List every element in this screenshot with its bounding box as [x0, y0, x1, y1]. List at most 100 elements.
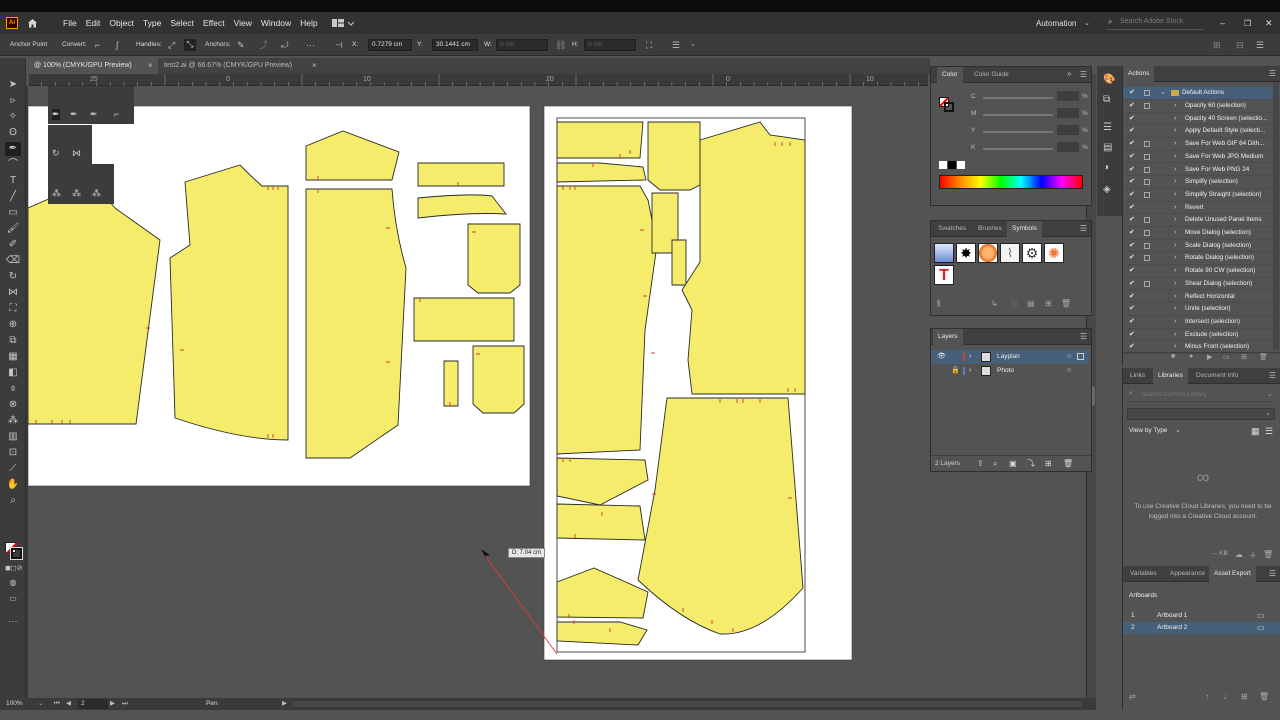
- last-artboard-icon[interactable]: ⏭: [122, 698, 128, 710]
- artboard-name[interactable]: Artboard 2: [1157, 622, 1187, 634]
- grid-view-icon[interactable]: ▦: [1251, 426, 1260, 437]
- rectangle-tool-icon[interactable]: ▭: [5, 206, 21, 220]
- view-by-type-dropdown[interactable]: View by Type: [1129, 427, 1167, 434]
- collapse-icon[interactable]: »: [1067, 69, 1071, 78]
- rotate-tool-icon[interactable]: ↻: [5, 270, 21, 284]
- workspace-switcher[interactable]: Automation: [1036, 19, 1076, 28]
- column-graph-tool-icon[interactable]: ▥: [5, 430, 21, 444]
- x-field[interactable]: 0.7279 cm: [368, 39, 412, 51]
- next-artboard-icon[interactable]: ▶: [110, 698, 115, 710]
- expand-chevron-icon[interactable]: ›: [1174, 252, 1176, 265]
- y-field[interactable]: 30.1441 cm: [432, 39, 478, 51]
- list-view-icon[interactable]: ☰: [1265, 426, 1273, 437]
- rearrange-icon[interactable]: ⇄: [1129, 692, 1136, 701]
- check-icon[interactable]: ✔: [1129, 100, 1135, 113]
- library-search[interactable]: ⌕ Search Current Library ⌄: [1127, 390, 1273, 402]
- arrange-documents-icon[interactable]: [331, 18, 354, 28]
- dialog-toggle[interactable]: [1144, 230, 1150, 236]
- expand-chevron-icon[interactable]: ›: [1174, 291, 1176, 304]
- expand-chevron-icon[interactable]: ›: [1174, 214, 1176, 227]
- artboard-row[interactable]: 1 Artboard 1 ▭: [1123, 610, 1280, 622]
- tab-variables[interactable]: Variables: [1125, 566, 1162, 582]
- tab-color-guide[interactable]: Color Guide: [969, 67, 1014, 83]
- tab-document-1[interactable]: @ 100% (CMYK/GPU Preview): [28, 58, 158, 74]
- dialog-toggle[interactable]: [1144, 242, 1150, 249]
- w-field[interactable]: 0 cm: [496, 39, 548, 51]
- artboard-tool-icon[interactable]: ⊡: [5, 446, 21, 460]
- zoom-tool-icon[interactable]: ⌕: [5, 494, 21, 508]
- tab-document-2[interactable]: test2.ai @ 66.67% (CMYK/GPU Preview): [158, 58, 318, 74]
- delete-icon[interactable]: 🗑: [1263, 550, 1273, 559]
- expand-chevron-icon[interactable]: ›: [1174, 151, 1176, 164]
- menu-object[interactable]: Object: [109, 18, 134, 28]
- check-icon[interactable]: ✔: [1129, 316, 1135, 329]
- first-artboard-icon[interactable]: ⏮: [54, 698, 60, 710]
- check-icon[interactable]: ✔: [1129, 214, 1135, 227]
- transparency-panel-icon[interactable]: ◑: [1103, 162, 1109, 173]
- action-row[interactable]: ✔ › Shear Dialog (selection): [1123, 278, 1280, 291]
- restore-button[interactable]: ❐: [1244, 19, 1251, 28]
- check-icon[interactable]: ✔: [1129, 189, 1135, 202]
- expand-chevron-icon[interactable]: ›: [1174, 113, 1176, 126]
- delete-layer-icon[interactable]: 🗑: [1063, 456, 1073, 472]
- y-field[interactable]: [1057, 125, 1079, 135]
- remove-anchor-icon[interactable]: ✎: [237, 40, 245, 50]
- move-down-icon[interactable]: ↓: [1223, 692, 1227, 701]
- expand-chevron-icon[interactable]: ›: [1174, 329, 1176, 342]
- dialog-toggle[interactable]: [1144, 191, 1150, 198]
- convert-corner-icon[interactable]: ⌐: [95, 40, 100, 50]
- visibility-eye-icon[interactable]: 👁: [937, 350, 946, 364]
- tab-swatches[interactable]: Swatches: [933, 221, 971, 237]
- action-row[interactable]: ✔ › Scale Dialog (selection): [1123, 240, 1280, 253]
- gradient-tool-icon[interactable]: ◧: [5, 366, 21, 380]
- check-icon[interactable]: ✔: [1129, 151, 1135, 164]
- check-icon[interactable]: ✔: [1129, 87, 1135, 100]
- dialog-toggle[interactable]: [1144, 103, 1150, 109]
- tab-appearance[interactable]: Appearance: [1165, 566, 1210, 582]
- dialog-toggle[interactable]: [1144, 166, 1150, 173]
- menu-flyout-icon[interactable]: ☰: [1256, 40, 1264, 50]
- expand-chevron-icon[interactable]: ›: [1174, 189, 1176, 202]
- search-box[interactable]: ⌕ Search Adobe Stock: [1106, 16, 1204, 30]
- export-icon[interactable]: ⇪: [977, 456, 984, 472]
- arrange-panel-icon[interactable]: ⊟: [1236, 40, 1244, 50]
- color-mode-icon[interactable]: ◼◻⊘: [5, 562, 23, 576]
- lasso-tool-icon[interactable]: ʘ: [5, 126, 21, 140]
- action-row[interactable]: ✔ › Intersect (selection): [1123, 316, 1280, 329]
- expand-chevron-icon[interactable]: ›: [1174, 176, 1176, 189]
- locate-object-icon[interactable]: ⌕: [993, 456, 997, 472]
- expand-chevron-icon[interactable]: ⌄: [1160, 87, 1166, 100]
- layer-row[interactable]: 🔒 › Photo ○: [931, 364, 1089, 378]
- tab-color[interactable]: Color: [937, 67, 963, 83]
- delete-artboard-icon[interactable]: 🗑: [1259, 692, 1269, 701]
- expand-chevron-icon[interactable]: ›: [1174, 265, 1176, 278]
- layer-name[interactable]: Layplan: [997, 350, 1020, 364]
- check-icon[interactable]: ✔: [1129, 176, 1135, 189]
- artboard-options-icon[interactable]: ▭: [1257, 622, 1265, 634]
- reflect-icon[interactable]: ⋈: [72, 148, 81, 159]
- artboard-number[interactable]: 2: [78, 699, 108, 709]
- symbol-swatch[interactable]: [934, 243, 954, 263]
- expand-chevron-icon[interactable]: ›: [1174, 125, 1176, 138]
- lock-icon[interactable]: 🔒: [951, 364, 960, 378]
- direct-selection-tool-icon[interactable]: ▹: [5, 94, 21, 108]
- transform-icon[interactable]: ⛶: [646, 40, 652, 50]
- search-input[interactable]: Search Adobe Stock: [1120, 18, 1183, 25]
- symbol-swatch[interactable]: ✺: [1044, 243, 1064, 263]
- canvas[interactable]: D: 7.04 cm ✒ ✒ ✒ ⌐ ↻ ⋈ ⁂ ⁂ ⁂: [28, 86, 928, 698]
- clipping-mask-icon[interactable]: ▣: [1009, 456, 1017, 472]
- new-set-icon[interactable]: ▭: [1223, 353, 1230, 361]
- paintbrush-tool-icon[interactable]: 🖌: [5, 222, 21, 236]
- dialog-toggle[interactable]: [1144, 179, 1150, 186]
- dialog-toggle[interactable]: [1144, 90, 1150, 96]
- slice-tool-icon[interactable]: ⟋: [5, 462, 21, 476]
- action-row[interactable]: ✔ › Rotate 90 CW (selection): [1123, 265, 1280, 278]
- y-slider[interactable]: [983, 131, 1053, 133]
- line-tool-icon[interactable]: ╱: [5, 190, 21, 204]
- none-white-black-swatches[interactable]: [939, 161, 967, 169]
- draw-mode-icon[interactable]: ◍: [5, 576, 21, 590]
- tab-brushes[interactable]: Brushes: [973, 221, 1007, 237]
- minimize-button[interactable]: –: [1220, 18, 1225, 28]
- artboard-name[interactable]: Artboard 1: [1157, 610, 1187, 622]
- status-chevron-icon[interactable]: ▶: [282, 698, 287, 710]
